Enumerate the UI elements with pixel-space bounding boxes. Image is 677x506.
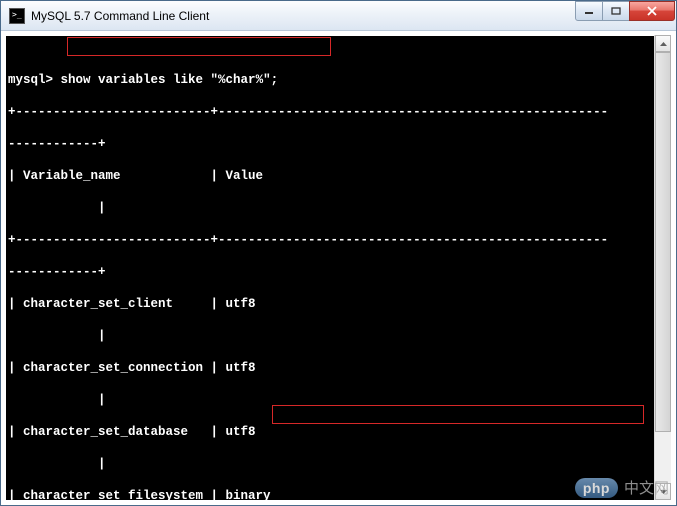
app-window: MySQL 5.7 Command Line Client mysql> sho…	[0, 0, 677, 506]
table-border: +--------------------------+------------…	[8, 104, 669, 120]
table-border: +--------------------------+------------…	[8, 232, 669, 248]
maximize-icon	[611, 7, 621, 15]
vertical-scrollbar[interactable]	[654, 35, 671, 500]
watermark-text: 中文网	[624, 477, 669, 498]
scrollbar-thumb[interactable]	[655, 52, 671, 432]
close-button[interactable]	[629, 1, 675, 21]
highlight-command	[68, 38, 330, 55]
window-controls	[576, 1, 675, 21]
app-icon	[9, 8, 25, 24]
close-icon	[646, 6, 658, 16]
minimize-icon	[584, 7, 594, 15]
table-row: | character_set_filesystem | binary	[8, 488, 669, 500]
table-header: | Variable_name | Value	[8, 168, 669, 184]
table-row: | character_set_connection | utf8	[8, 360, 669, 376]
watermark-badge: php	[575, 478, 618, 498]
table-row: |	[8, 328, 669, 344]
table-row: | character_set_client | utf8	[8, 296, 669, 312]
watermark: php 中文网	[575, 477, 669, 498]
highlight-path	[273, 406, 643, 423]
prompt-line: mysql> show variables like "%char%";	[8, 72, 669, 88]
maximize-button[interactable]	[602, 1, 630, 21]
table-border: ------------+	[8, 264, 669, 280]
table-border: ------------+	[8, 136, 669, 152]
titlebar[interactable]: MySQL 5.7 Command Line Client	[1, 1, 676, 31]
scroll-up-button[interactable]	[655, 35, 671, 52]
chevron-up-icon	[660, 42, 667, 46]
window-title: MySQL 5.7 Command Line Client	[31, 9, 576, 23]
table-row: |	[8, 456, 669, 472]
minimize-button[interactable]	[575, 1, 603, 21]
terminal-output[interactable]: mysql> show variables like "%char%"; +--…	[6, 36, 671, 500]
table-row: | character_set_database | utf8	[8, 424, 669, 440]
table-header: |	[8, 200, 669, 216]
